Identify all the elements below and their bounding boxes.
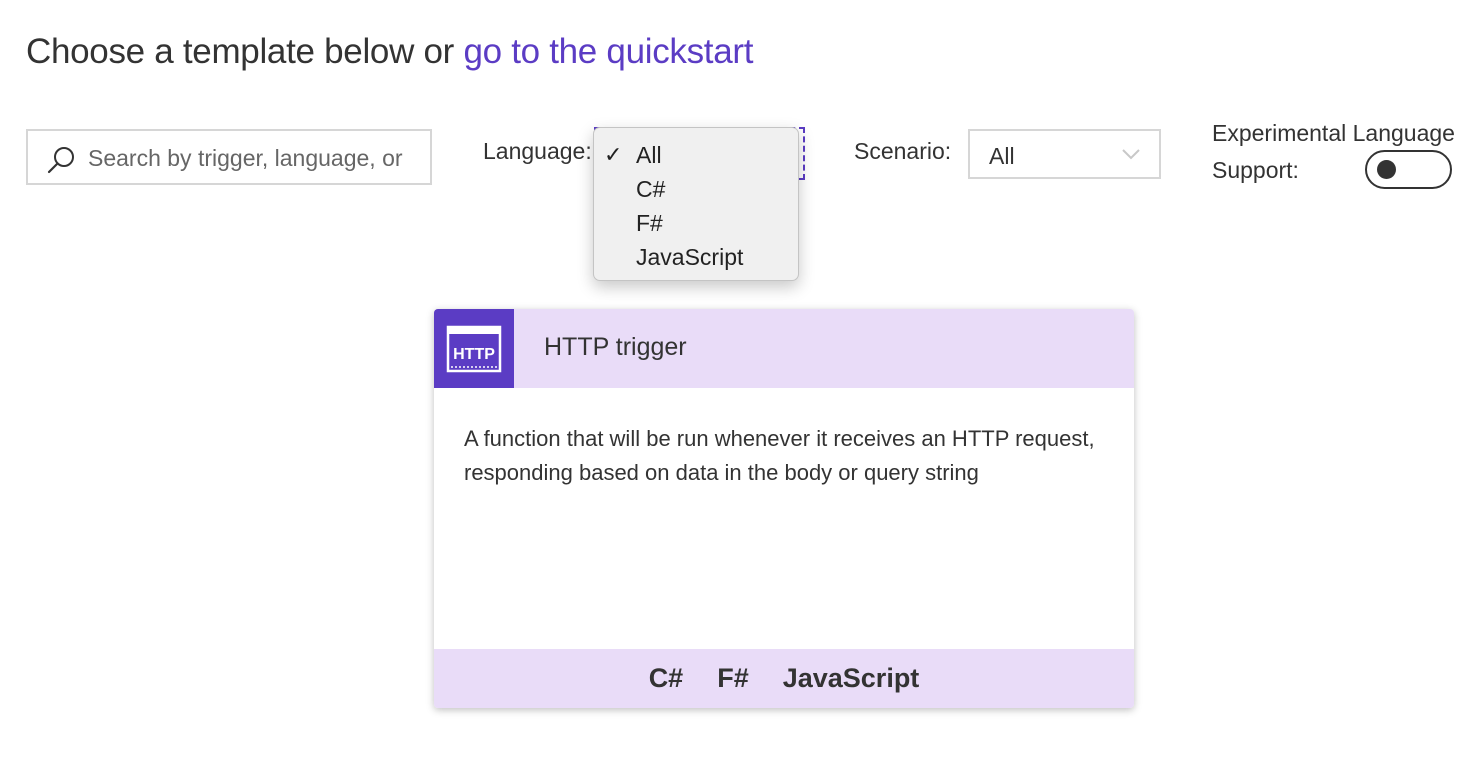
http-icon: HTTP: [434, 309, 514, 388]
language-label: Language:: [483, 138, 592, 164]
experimental-label-line1: Experimental Language: [1212, 120, 1455, 146]
language-tag-fsharp: F#: [717, 663, 749, 693]
language-tag-csharp: C#: [648, 663, 684, 693]
card-footer: C# F# JavaScript: [434, 649, 1134, 708]
scenario-select[interactable]: All: [968, 129, 1161, 179]
language-tag-javascript: JavaScript: [782, 663, 920, 693]
chevron-down-icon: [1122, 149, 1140, 160]
card-description: A function that will be run whenever it …: [464, 426, 1095, 485]
quickstart-link[interactable]: go to the quickstart: [463, 32, 753, 71]
option-label: F#: [636, 210, 663, 236]
checkmark-icon: ✓: [604, 142, 623, 167]
search-icon: [47, 147, 74, 174]
language-option-fsharp[interactable]: F#: [594, 208, 798, 242]
search-box[interactable]: [26, 129, 432, 185]
scenario-label: Scenario:: [854, 138, 952, 164]
language-dropdown-menu: ✓ All C# F# JavaScript: [593, 127, 799, 281]
heading-text: Choose a template below or: [26, 32, 455, 71]
scenario-value: All: [989, 143, 1015, 169]
page-heading: Choose a template below or go to the qui…: [26, 32, 753, 72]
option-label: C#: [636, 176, 666, 202]
toggle-knob: [1377, 160, 1396, 179]
language-option-csharp[interactable]: C#: [594, 174, 798, 208]
search-input[interactable]: [88, 143, 408, 173]
option-label: JavaScript: [636, 244, 744, 270]
language-option-all[interactable]: ✓ All: [594, 140, 798, 174]
http-icon-text: HTTP: [453, 346, 495, 363]
card-header: HTTP HTTP trigger: [434, 309, 1134, 388]
language-option-javascript[interactable]: JavaScript: [594, 242, 798, 276]
experimental-language-toggle[interactable]: [1365, 150, 1452, 189]
card-title: HTTP trigger: [544, 333, 687, 361]
option-label: All: [636, 142, 662, 168]
template-card-http-trigger[interactable]: HTTP HTTP trigger A function that will b…: [434, 309, 1134, 708]
